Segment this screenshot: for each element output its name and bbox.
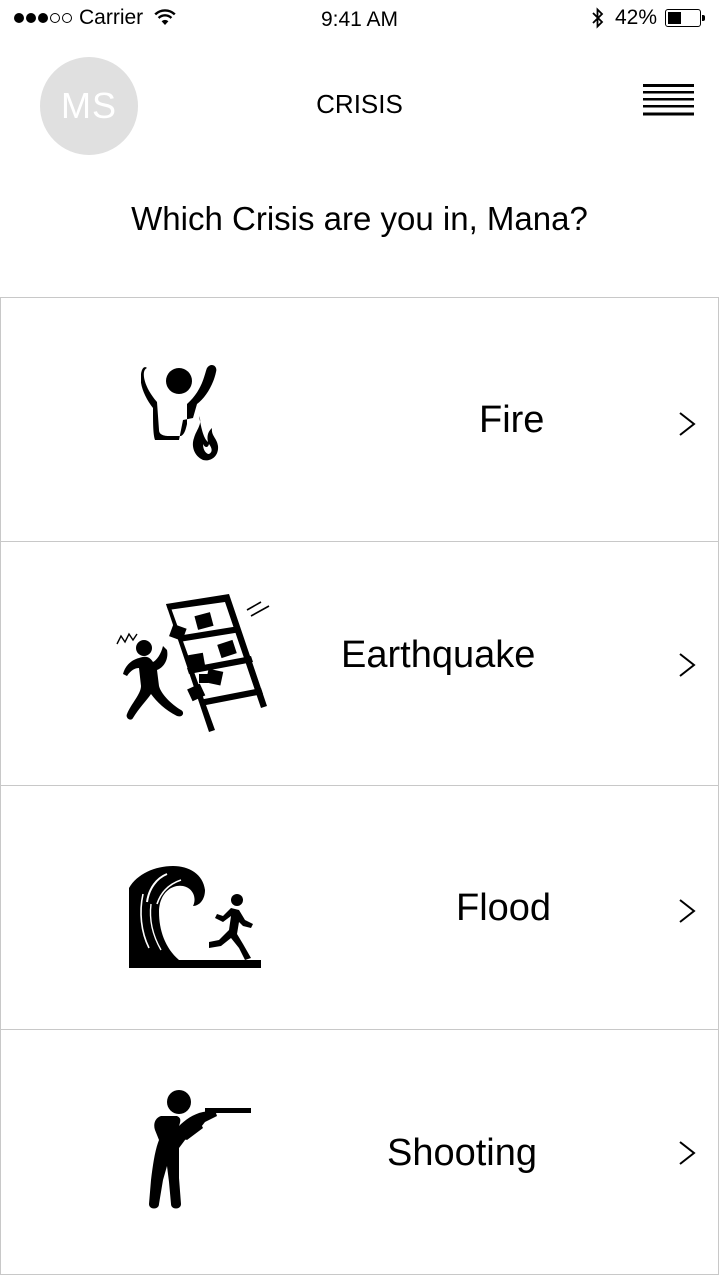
crisis-label: Shooting xyxy=(387,1132,538,1174)
crisis-row-earthquake[interactable]: Earthquake xyxy=(0,541,719,785)
crisis-row-fire[interactable]: Fire xyxy=(0,297,719,541)
crisis-row-shooting[interactable]: Shooting xyxy=(0,1029,719,1275)
crisis-prompt: Which Crisis are you in, Mana? xyxy=(131,200,588,237)
crisis-label: Fire xyxy=(479,399,545,441)
crisis-list: Fire Earthquake Flood Shooting xyxy=(0,297,719,1275)
bluetooth-icon xyxy=(592,7,604,29)
status-bar: Carrier 9:41 AM 42% xyxy=(0,0,719,40)
battery-icon xyxy=(665,9,705,27)
battery-level-fill xyxy=(668,12,681,24)
wave-running-person-icon xyxy=(129,866,261,968)
crisis-label: Earthquake xyxy=(341,634,536,676)
earthquake-shelf-icon xyxy=(116,594,270,732)
crisis-label: Flood xyxy=(456,887,552,929)
chevron-right-icon[interactable] xyxy=(678,652,696,678)
battery-percentage: 42% xyxy=(614,6,657,29)
hamburger-menu-icon[interactable] xyxy=(643,84,694,116)
status-right: 42% xyxy=(591,6,705,30)
crisis-row-flood[interactable]: Flood xyxy=(0,785,719,1029)
person-fire-icon xyxy=(141,365,219,461)
page-title: CRISIS xyxy=(316,89,403,119)
chevron-right-icon[interactable] xyxy=(678,1140,696,1166)
chevron-right-icon[interactable] xyxy=(678,898,696,924)
gunman-icon xyxy=(149,1090,251,1209)
chevron-right-icon[interactable] xyxy=(678,411,696,437)
